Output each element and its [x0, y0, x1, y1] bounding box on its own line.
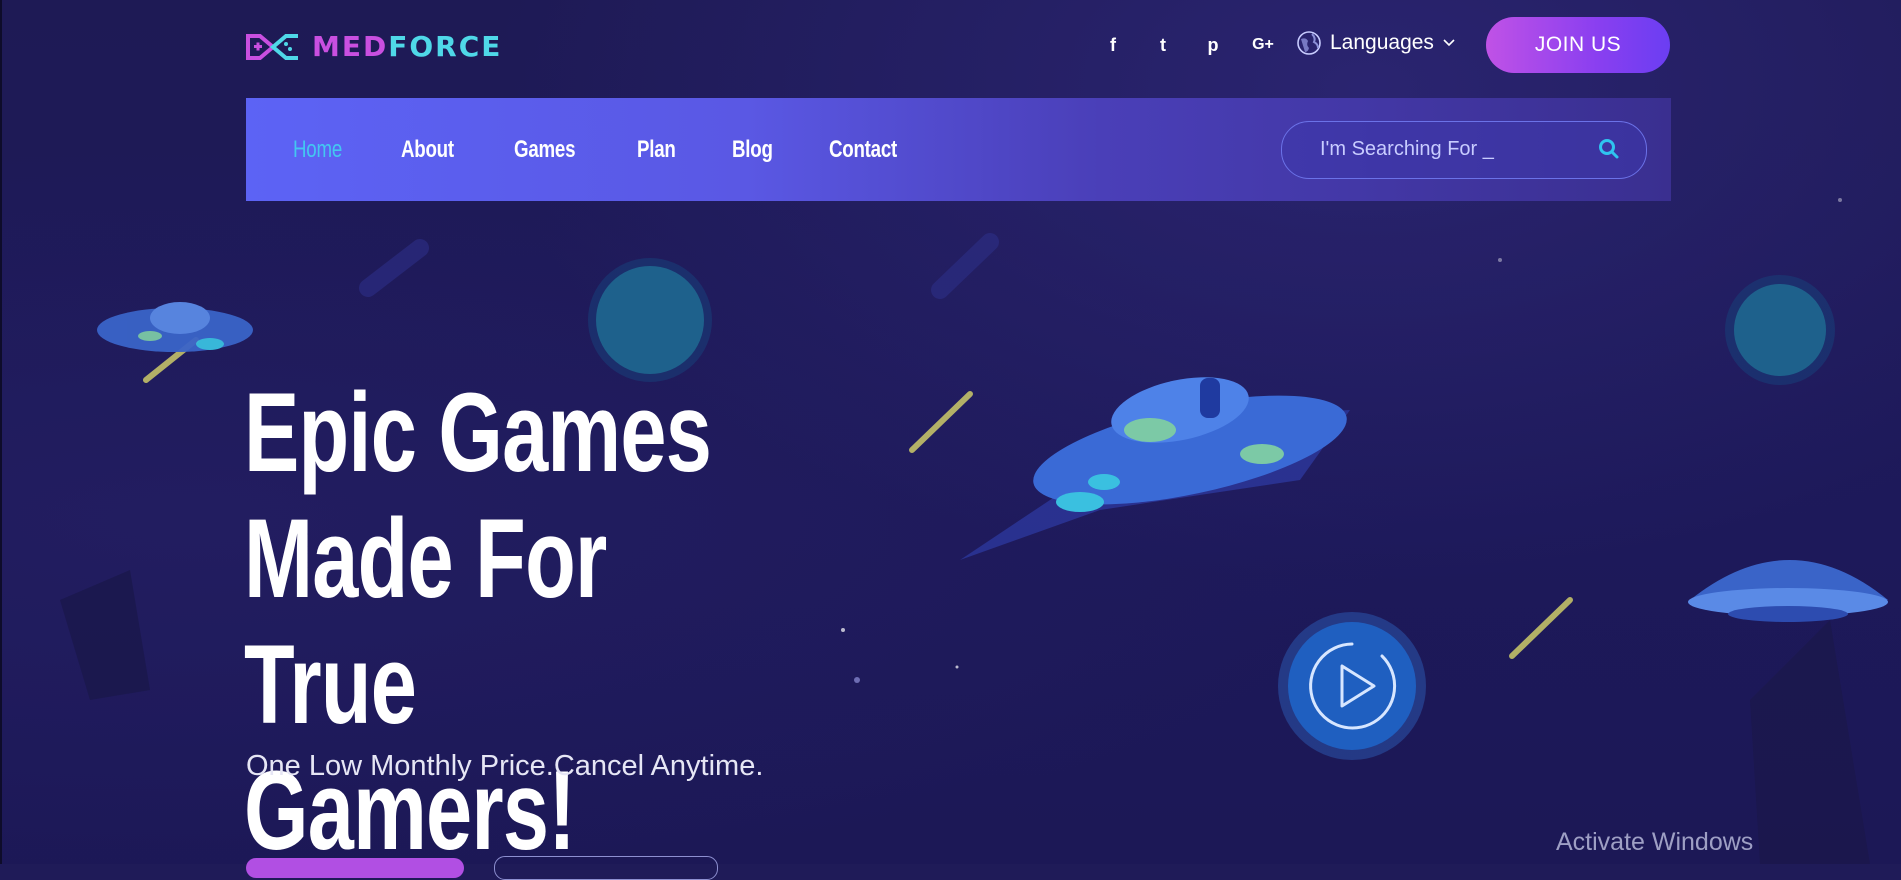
- facebook-icon[interactable]: f: [1088, 32, 1138, 58]
- hero-title-line-1: Epic Games: [244, 370, 712, 495]
- search-placeholder: I'm Searching For _: [1320, 138, 1494, 160]
- join-us-button[interactable]: JOIN US: [1486, 17, 1670, 73]
- globe-icon: [1297, 31, 1321, 55]
- window-edge: [0, 0, 2, 864]
- play-button-inner: [1288, 622, 1416, 750]
- windows-activation-watermark: Activate Windows: [1556, 828, 1754, 856]
- nav-item-home[interactable]: Home: [293, 136, 342, 164]
- google-plus-icon[interactable]: G+: [1238, 32, 1288, 58]
- big-ship: [960, 377, 1350, 560]
- hero-title: Epic Games Made For True Gamers!: [244, 370, 762, 874]
- search-input[interactable]: I'm Searching For _: [1281, 121, 1647, 179]
- language-label: Languages: [1330, 31, 1434, 54]
- nav-item-plan[interactable]: Plan: [637, 136, 676, 164]
- brand-name: MEDFORCE: [312, 30, 503, 63]
- dome-ship: [1688, 560, 1888, 622]
- language-selector[interactable]: Languages: [1296, 30, 1456, 56]
- play-icon: [1309, 642, 1397, 730]
- small-ship: [97, 302, 253, 352]
- gamepad-logo-icon: [246, 33, 298, 60]
- hero-subtitle: One Low Monthly Price.Cancel Anytime.: [246, 750, 764, 782]
- nav-item-about[interactable]: About: [401, 136, 454, 164]
- nav-item-contact[interactable]: Contact: [829, 136, 897, 164]
- hero-title-line-2: Made For True: [244, 496, 607, 747]
- nav-item-games[interactable]: Games: [514, 136, 576, 164]
- chevron-down-icon: [1443, 39, 1455, 47]
- secondary-cta-button[interactable]: [494, 856, 718, 880]
- primary-cta-button[interactable]: [246, 858, 464, 878]
- search-icon[interactable]: [1598, 138, 1620, 160]
- nav-item-blog[interactable]: Blog: [732, 136, 773, 164]
- social-links: f t p G+: [1088, 32, 1288, 58]
- pinterest-icon[interactable]: p: [1188, 32, 1238, 58]
- play-video-button[interactable]: [1278, 612, 1426, 760]
- brand-logo[interactable]: MEDFORCE: [246, 30, 502, 63]
- twitter-icon[interactable]: t: [1138, 32, 1188, 58]
